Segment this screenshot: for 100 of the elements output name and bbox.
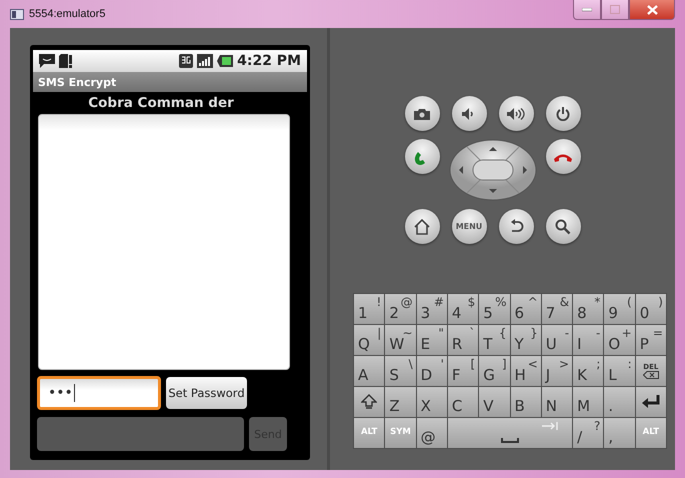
key-symbol: ) bbox=[658, 295, 663, 309]
keyboard-key[interactable]: Q | bbox=[354, 325, 384, 355]
keyboard-key[interactable]: 3 # bbox=[416, 294, 447, 324]
search-button[interactable] bbox=[546, 209, 580, 244]
key-symbol: [ bbox=[470, 357, 476, 371]
key-symbol: " bbox=[438, 326, 444, 340]
keyboard-key[interactable]: W ~ bbox=[385, 325, 416, 355]
key-symbol: ' bbox=[440, 357, 444, 371]
window-icon bbox=[10, 8, 24, 20]
keyboard-key[interactable]: B bbox=[510, 387, 541, 417]
key-symbol: > bbox=[559, 357, 570, 371]
keyboard-key[interactable]: 7 & bbox=[542, 294, 572, 324]
network-3g-icon bbox=[179, 54, 194, 68]
keyboard-key[interactable]: Y } bbox=[510, 325, 541, 355]
key-symbol: ? bbox=[594, 419, 600, 433]
volume-up-button[interactable] bbox=[498, 96, 534, 131]
keyboard-key[interactable]: R ` bbox=[448, 325, 478, 355]
message-icon bbox=[39, 54, 55, 68]
keyboard-key[interactable]: N bbox=[542, 387, 572, 417]
keyboard-key[interactable]: . bbox=[604, 387, 635, 417]
keyboard-key[interactable]: U - bbox=[542, 325, 572, 355]
keyboard-key[interactable]: S \ bbox=[385, 356, 416, 386]
keyboard-key[interactable]: O + bbox=[604, 325, 635, 355]
key-symbol: ] bbox=[502, 357, 506, 371]
clock-time: 4:22 PM bbox=[237, 53, 301, 69]
keyboard-key[interactable]: E " bbox=[416, 325, 447, 355]
keyboard-key[interactable]: H < bbox=[510, 356, 541, 386]
power-button[interactable] bbox=[546, 96, 580, 131]
keyboard-key[interactable]: K ; bbox=[573, 356, 604, 386]
key-symbol: ` bbox=[469, 326, 476, 340]
keyboard-key[interactable]: T { bbox=[479, 325, 510, 355]
power-icon bbox=[556, 106, 570, 120]
phone-icon bbox=[553, 152, 573, 162]
speaker-icon bbox=[507, 108, 525, 120]
keyboard-key[interactable]: 4 $ bbox=[448, 294, 478, 324]
window-title: 5554:emulator5 bbox=[29, 8, 106, 20]
keyboard-key[interactable]: 8 * bbox=[573, 294, 604, 324]
tab-arrow-icon bbox=[542, 422, 558, 430]
space-key[interactable] bbox=[448, 418, 572, 448]
maximize-icon bbox=[610, 5, 620, 14]
key-symbol: \ bbox=[408, 357, 413, 371]
menu-button[interactable]: MENU bbox=[452, 209, 486, 244]
key-symbol: { bbox=[498, 326, 506, 340]
message-input-field[interactable] bbox=[37, 417, 244, 451]
key-symbol: % bbox=[495, 295, 506, 309]
end-call-button[interactable] bbox=[546, 139, 580, 174]
app-title-bar: SMS Encrypt bbox=[33, 72, 307, 92]
keyboard-key[interactable]: 0 ) bbox=[636, 294, 666, 324]
keyboard-key[interactable]: F [ bbox=[448, 356, 478, 386]
back-button[interactable] bbox=[498, 209, 534, 244]
keyboard-key[interactable]: C bbox=[448, 387, 478, 417]
keyboard-key[interactable]: 2 @ bbox=[385, 294, 416, 324]
keyboard-key[interactable]: G ] bbox=[479, 356, 510, 386]
shift-key[interactable] bbox=[354, 387, 384, 417]
key-symbol: | bbox=[377, 326, 382, 340]
enter-key[interactable] bbox=[636, 387, 666, 417]
key-symbol: # bbox=[434, 295, 444, 309]
close-icon bbox=[646, 4, 658, 14]
key-symbol: + bbox=[622, 326, 632, 340]
keyboard-key[interactable]: P = bbox=[636, 325, 666, 355]
minimize-icon bbox=[582, 8, 592, 12]
home-button[interactable] bbox=[404, 209, 440, 244]
volume-down-button[interactable] bbox=[452, 96, 486, 131]
keyboard-key[interactable]: V bbox=[479, 387, 510, 417]
minimize-button[interactable] bbox=[573, 0, 601, 20]
keyboard-key[interactable]: , bbox=[604, 418, 635, 448]
keyboard-key[interactable]: L : bbox=[604, 356, 635, 386]
keyboard-key[interactable]: / ? bbox=[573, 418, 604, 448]
contact-name: Cobra Comman der bbox=[87, 94, 235, 113]
maximize-button[interactable] bbox=[601, 0, 629, 20]
battery-icon bbox=[217, 55, 234, 67]
keyboard-key[interactable]: 6 ^ bbox=[510, 294, 541, 324]
keyboard-key[interactable]: I - bbox=[573, 325, 604, 355]
keyboard-key[interactable]: Z bbox=[385, 387, 416, 417]
keyboard-key[interactable]: J > bbox=[542, 356, 572, 386]
keyboard-key[interactable]: A bbox=[354, 356, 384, 386]
call-button[interactable] bbox=[404, 139, 440, 174]
home-icon bbox=[413, 218, 431, 234]
keyboard-key[interactable]: 5 % bbox=[479, 294, 510, 324]
space-bar-icon bbox=[501, 438, 519, 442]
dpad-control[interactable] bbox=[448, 139, 536, 201]
keyboard-key[interactable]: X bbox=[416, 387, 447, 417]
enter-icon bbox=[640, 395, 661, 409]
key-symbol: ( bbox=[627, 295, 632, 309]
close-button[interactable] bbox=[629, 0, 675, 20]
camera-icon bbox=[414, 108, 430, 120]
set-password-button[interactable]: Set Password bbox=[166, 377, 247, 409]
keyboard-key[interactable]: M bbox=[573, 387, 604, 417]
shift-icon bbox=[361, 394, 378, 410]
search-icon bbox=[555, 218, 571, 234]
password-field[interactable]: ••• bbox=[37, 376, 161, 410]
key-symbol: ~ bbox=[402, 326, 413, 340]
key-symbol: * bbox=[594, 295, 600, 309]
camera-button[interactable] bbox=[404, 96, 440, 131]
keyboard-key[interactable]: 9 ( bbox=[604, 294, 635, 324]
keyboard-key[interactable]: D ' bbox=[416, 356, 447, 386]
signal-icon bbox=[197, 54, 214, 68]
keyboard-key[interactable]: @ bbox=[416, 418, 447, 448]
keyboard-key[interactable]: 1 ! bbox=[354, 294, 384, 324]
key-symbol: & bbox=[560, 295, 570, 309]
